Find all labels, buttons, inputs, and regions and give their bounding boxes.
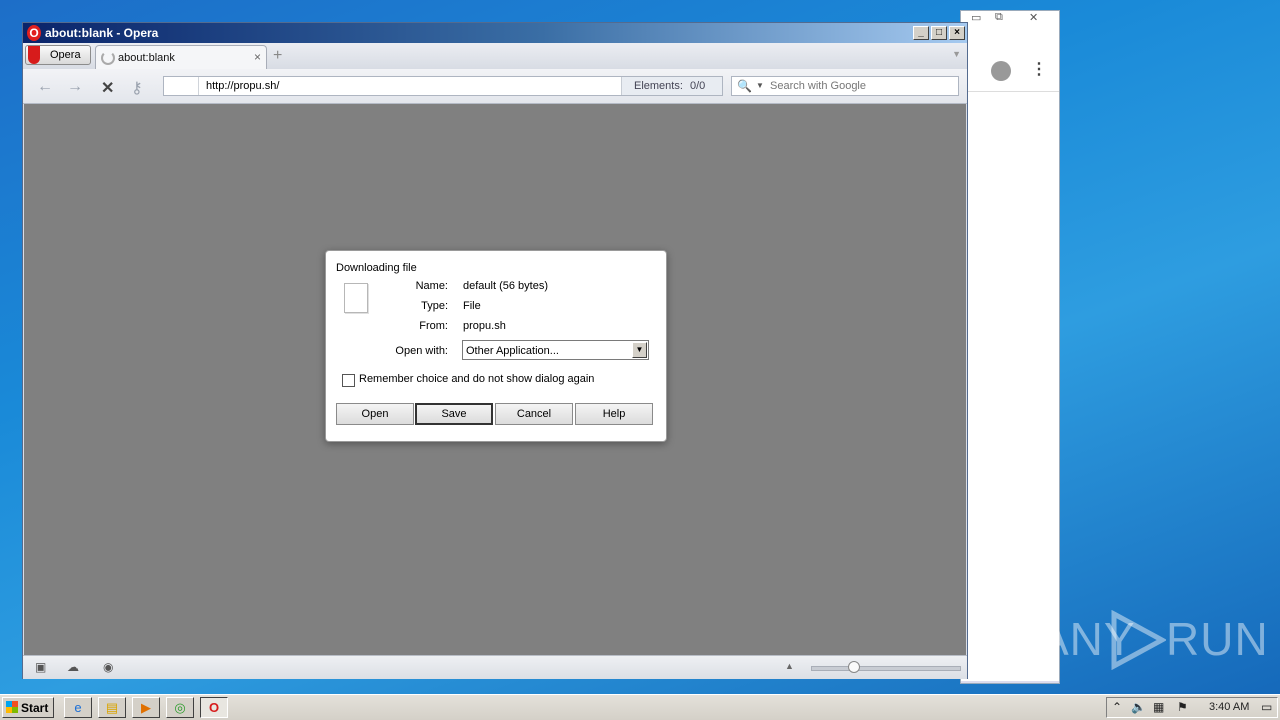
zoom-up-icon[interactable]: ▲ <box>785 661 794 671</box>
minimize-button[interactable]: _ <box>913 26 929 40</box>
panel-toggle-icon[interactable]: ▣ <box>35 660 46 674</box>
site-info-badge[interactable] <box>164 77 199 95</box>
watermark-right-text: RUN <box>1166 613 1269 665</box>
volume-icon[interactable]: 🔈 <box>1131 700 1146 714</box>
search-icon: 🔍 <box>737 79 752 93</box>
remember-label[interactable]: Remember choice and do not show dialog a… <box>359 373 594 385</box>
search-engine-dropdown-icon[interactable]: ▼ <box>756 81 764 90</box>
play-logo-icon <box>1111 610 1166 670</box>
opera-menu-button[interactable]: Opera <box>25 45 91 65</box>
status-bar: ▣ ☁ ◉ ▲ <box>23 655 967 679</box>
opera-logo-icon: O <box>27 25 41 41</box>
name-value: default (56 bytes) <box>463 280 548 292</box>
minimize-icon[interactable]: ▭ <box>971 11 981 24</box>
cancel-button[interactable]: Cancel <box>495 403 573 425</box>
show-desktop-icon[interactable]: ▭ <box>1261 700 1272 714</box>
new-tab-icon[interactable]: + <box>273 47 282 65</box>
taskbar: Start e ▤ ▶ ◎ O ⌃ 🔈 ▦ ⚑ 3:40 AM ▭ <box>0 694 1280 720</box>
from-label: From: <box>419 320 448 332</box>
tab-about-blank[interactable]: about:blank × <box>95 45 267 69</box>
tab-close-icon[interactable]: × <box>254 50 261 64</box>
turbo-icon[interactable]: ◉ <box>103 660 113 674</box>
title-bar[interactable]: O about:blank - Opera _ □ × <box>23 23 967 43</box>
chevron-down-icon[interactable]: ▼ <box>632 342 647 358</box>
media-player-icon[interactable]: ▶ <box>132 697 160 718</box>
open-with-label: Open with: <box>395 345 448 357</box>
address-url[interactable]: http://propu.sh/ <box>206 80 279 92</box>
search-placeholder: Search with Google <box>770 80 866 92</box>
download-dialog: Downloading file Name: default (56 bytes… <box>325 250 667 442</box>
opera-logo-icon <box>28 46 40 64</box>
anyrun-watermark: ANY RUN <box>1038 606 1268 676</box>
file-icon <box>344 283 368 313</box>
tab-list-chevron-icon[interactable]: ▼ <box>952 49 961 59</box>
system-tray: ⌃ 🔈 ▦ ⚑ 3:40 AM ▭ <box>1106 697 1278 718</box>
loading-spinner-icon <box>101 51 115 65</box>
elements-value: 0/0 <box>690 80 706 92</box>
elements-label: Elements: <box>634 80 683 92</box>
menu-kebab-icon[interactable]: ⋮ <box>1031 62 1047 78</box>
save-button[interactable]: Save <box>415 403 493 425</box>
ie-icon[interactable]: e <box>64 697 92 718</box>
network-icon[interactable]: ▦ <box>1153 700 1164 714</box>
action-center-flag-icon[interactable]: ⚑ <box>1177 700 1188 714</box>
maximize-button[interactable]: □ <box>931 26 947 40</box>
start-button[interactable]: Start <box>2 697 54 718</box>
type-value: File <box>463 300 481 312</box>
background-chrome-window: ▭ ⧉ ✕ ⋮ <box>960 10 1060 684</box>
tab-label: about:blank <box>118 52 175 64</box>
back-icon[interactable]: ← <box>37 78 53 96</box>
chrome-icon[interactable]: ◎ <box>166 697 194 718</box>
navigation-bar: ← → ✕ ⚷ http://propu.sh/ Elements: 0/0 🔍… <box>23 69 967 104</box>
forward-icon[interactable]: → <box>67 78 83 96</box>
opera-icon[interactable]: O <box>200 697 228 718</box>
windows-logo-icon <box>6 701 18 713</box>
type-label: Type: <box>421 300 448 312</box>
help-button[interactable]: Help <box>575 403 653 425</box>
restore-icon[interactable]: ⧉ <box>995 11 1003 24</box>
close-icon[interactable]: ✕ <box>1029 11 1038 24</box>
open-button[interactable]: Open <box>336 403 414 425</box>
dialog-title: Downloading file <box>336 262 417 274</box>
opera-unite-icon[interactable]: ☁ <box>67 660 79 674</box>
stop-icon[interactable]: ✕ <box>101 78 114 98</box>
key-icon[interactable]: ⚷ <box>131 78 143 98</box>
tab-bar: Opera about:blank × + ▼ <box>23 43 967 69</box>
open-with-select[interactable]: Other Application... ▼ <box>462 340 649 360</box>
profile-avatar-icon[interactable] <box>991 61 1011 81</box>
clock[interactable]: 3:40 AM <box>1209 701 1249 713</box>
start-label: Start <box>21 701 49 715</box>
zoom-slider[interactable] <box>811 666 961 671</box>
explorer-icon[interactable]: ▤ <box>98 697 126 718</box>
window-title: about:blank - Opera <box>45 26 159 40</box>
opera-menu-label: Opera <box>50 49 81 61</box>
from-value: propu.sh <box>463 320 506 332</box>
name-label: Name: <box>415 280 448 292</box>
search-field[interactable]: 🔍 ▼ Search with Google <box>731 76 959 96</box>
elements-counter: Elements: 0/0 <box>621 77 722 95</box>
open-with-value: Other Application... <box>466 345 559 357</box>
remember-checkbox[interactable] <box>342 374 355 387</box>
window-edge <box>961 681 1059 683</box>
close-button[interactable]: × <box>949 26 965 40</box>
tray-expand-icon[interactable]: ⌃ <box>1112 700 1122 714</box>
background-window-toolbar: ▭ ⧉ ✕ ⋮ <box>961 11 1059 92</box>
address-bar[interactable]: http://propu.sh/ Elements: 0/0 <box>163 76 723 96</box>
zoom-slider-thumb[interactable] <box>848 661 860 673</box>
